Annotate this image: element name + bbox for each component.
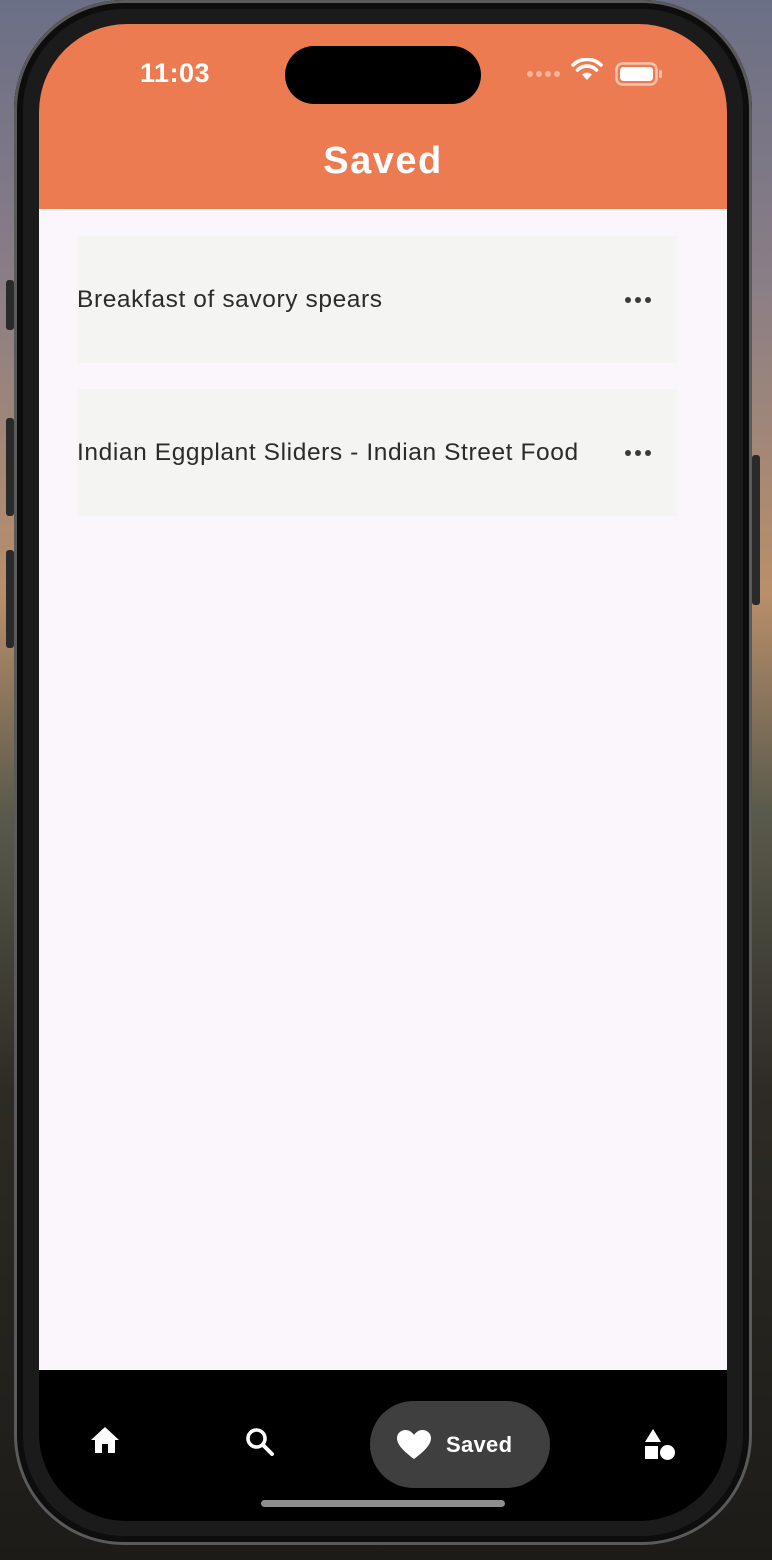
saved-item-card[interactable]: Breakfast of savory spears [77, 236, 677, 363]
screen: 11:03 Saved Breakfast of savory spears I… [39, 24, 727, 1521]
volume-up-button [6, 418, 14, 516]
page-title: Saved [323, 140, 443, 182]
battery-icon [615, 62, 662, 86]
home-icon [91, 1427, 119, 1453]
app-header: 11:03 Saved [39, 24, 727, 209]
action-button [6, 280, 14, 330]
nav-home-button[interactable] [88, 1424, 122, 1461]
wifi-icon [571, 58, 603, 80]
dynamic-island [285, 46, 481, 104]
saved-item-title: Indian Eggplant Sliders - Indian Street … [77, 438, 579, 466]
heart-icon [397, 1429, 431, 1459]
nav-search-button[interactable] [244, 1426, 276, 1463]
nav-saved-button[interactable]: Saved [370, 1401, 550, 1488]
cellular-signal-icon [527, 71, 560, 77]
volume-down-button [6, 550, 14, 648]
saved-list: Breakfast of savory spears Indian Eggpla… [39, 209, 727, 1370]
more-options-icon[interactable] [625, 443, 651, 463]
saved-item-title: Breakfast of savory spears [77, 285, 383, 313]
more-options-icon[interactable] [625, 290, 651, 310]
shapes-icon [645, 1429, 675, 1460]
power-button [752, 455, 760, 605]
status-time: 11:03 [139, 58, 211, 88]
search-icon [246, 1428, 274, 1456]
home-indicator[interactable] [261, 1500, 505, 1507]
saved-item-card[interactable]: Indian Eggplant Sliders - Indian Street … [77, 389, 677, 516]
phone-frame: 11:03 Saved Breakfast of savory spears I… [14, 0, 752, 1545]
nav-saved-label: Saved [446, 1431, 513, 1457]
nav-categories-button[interactable] [643, 1427, 677, 1466]
